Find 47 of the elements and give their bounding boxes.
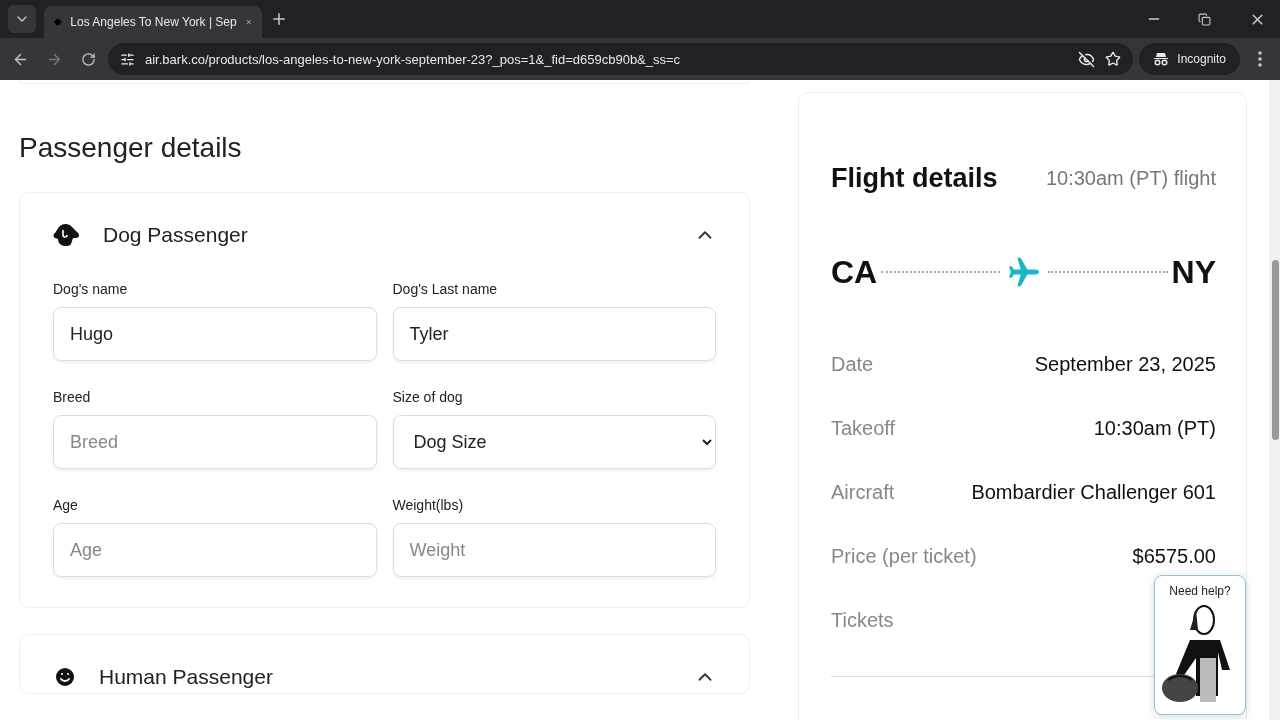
text-field[interactable]: Hugo bbox=[53, 307, 377, 361]
card-title: Dog Passenger bbox=[103, 223, 249, 247]
field-label: Dog's name bbox=[53, 281, 129, 297]
site-settings-icon[interactable] bbox=[120, 51, 135, 67]
incognito-profile-button[interactable]: Incognito bbox=[1139, 43, 1240, 75]
incognito-icon bbox=[1153, 52, 1170, 66]
scrollbar[interactable] bbox=[1269, 80, 1280, 720]
help-widget[interactable]: Need help? bbox=[1154, 575, 1246, 715]
restore-icon[interactable] bbox=[1198, 12, 1211, 26]
card-title: Human Passenger bbox=[99, 665, 274, 689]
text-field[interactable]: Tyler bbox=[392, 307, 716, 361]
field-label: Breed bbox=[53, 389, 92, 405]
tab-list-button[interactable] bbox=[8, 5, 36, 33]
detail-value: Bombardier Challenger 601 bbox=[971, 480, 1216, 504]
size-dropdown[interactable]: Dog Size bbox=[392, 415, 716, 469]
detail-value: $6575.00 bbox=[1132, 544, 1216, 568]
detail-label: Takeoff bbox=[831, 416, 896, 440]
bookmark-star-icon[interactable] bbox=[1105, 51, 1122, 67]
origin-code: CA bbox=[831, 253, 878, 291]
text-field[interactable]: Weight bbox=[392, 523, 716, 577]
field-label: Dog's Last name bbox=[392, 281, 499, 297]
destination-code: NY bbox=[1171, 253, 1216, 291]
address-bar[interactable]: air.bark.co/products/los-angeles-to-new-york-september-23?_pos=1&_fid=d659cb90b&_ss=c bbox=[108, 43, 1134, 75]
tab-title: Los Angeles To New York | Sep bbox=[70, 15, 237, 29]
new-tab-icon[interactable] bbox=[270, 10, 288, 28]
detail-label: Aircraft bbox=[831, 480, 895, 504]
detail-value: September 23, 2025 bbox=[1034, 352, 1216, 376]
field-label: Age bbox=[53, 497, 79, 513]
browser-tab[interactable]: Los Angeles To New York | Sep bbox=[44, 6, 262, 38]
section-heading: Passenger details bbox=[19, 132, 243, 164]
text-field[interactable]: Breed bbox=[53, 415, 377, 469]
smiley-face-icon bbox=[53, 665, 77, 689]
url-text: air.bark.co/products/los-angeles-to-new-york-september-23?_pos=1&_fid=d659cb90b&_ss=c bbox=[145, 51, 682, 67]
detail-value: 10:30am (PT) bbox=[1093, 416, 1216, 440]
help-label: Need help? bbox=[1169, 584, 1231, 598]
detail-label: Price (per ticket) bbox=[831, 544, 977, 568]
field-label: Weight(lbs) bbox=[392, 497, 465, 513]
more-dots-icon bbox=[1258, 51, 1262, 67]
reload-icon bbox=[80, 51, 96, 67]
detail-label: Date bbox=[831, 352, 874, 376]
flight-time: 10:30am (PT) flight bbox=[1045, 167, 1216, 190]
text-field[interactable]: Age bbox=[53, 523, 377, 577]
field-label: Size of dog bbox=[392, 389, 464, 405]
card-title: Flight details bbox=[831, 163, 998, 194]
eye-off-icon[interactable] bbox=[1078, 50, 1096, 68]
detail-label: Tickets bbox=[831, 608, 894, 632]
dog-head-icon bbox=[53, 223, 81, 247]
